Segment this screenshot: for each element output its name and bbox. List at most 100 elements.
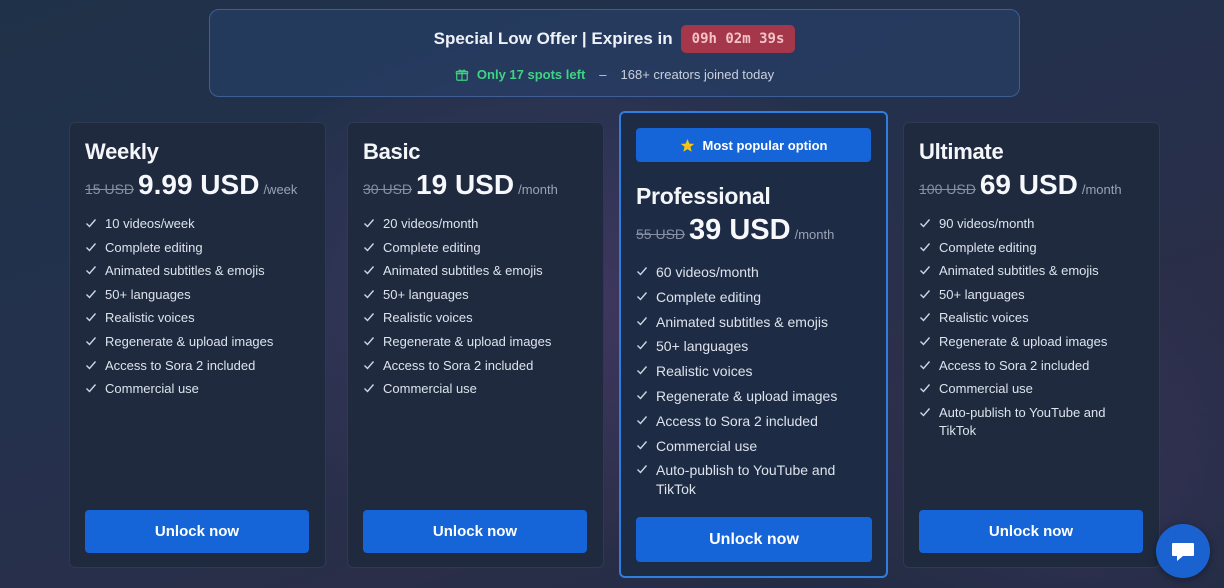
feature-list: 90 videos/month Complete editing Animated … — [919, 215, 1136, 445]
price-row: 15 USD 9.99 USD/week — [85, 169, 297, 201]
check-icon — [920, 384, 931, 393]
feature-item: Auto-publish to YouTube and TikTok — [636, 461, 865, 505]
old-price: 55 USD — [636, 226, 686, 242]
popular-badge: Most popular option — [636, 128, 871, 162]
check-icon — [637, 440, 648, 450]
feature-item: Access to Sora 2 included — [85, 357, 302, 381]
feature-list: 60 videos/month Complete editing Animated … — [636, 263, 865, 505]
feature-text: 20 videos/month — [383, 216, 479, 231]
feature-text: Access to Sora 2 included — [105, 357, 256, 373]
billing-period: /month — [794, 227, 835, 242]
chat-bubble-icon — [1172, 543, 1194, 561]
check-icon — [86, 337, 97, 346]
feature-item: 50+ languages — [636, 337, 865, 362]
feature-list: 10 videos/week Complete editing Animated s… — [85, 215, 302, 404]
feature-item: Realistic voices — [85, 309, 302, 333]
unlock-now-button[interactable]: Unlock now — [363, 510, 587, 553]
offer-title-row: Special Low Offer | Expires in 09h 02m 3… — [210, 25, 1019, 53]
check-icon — [637, 341, 648, 350]
gift-icon — [455, 68, 469, 82]
feature-text: Realistic voices — [105, 310, 195, 326]
check-icon — [364, 219, 375, 228]
feature-text: Commercial use — [105, 381, 199, 397]
unlock-now-button[interactable]: Unlock now — [919, 510, 1143, 553]
feature-item: Regenerate & upload images — [85, 333, 302, 357]
check-icon — [920, 289, 931, 299]
check-icon — [86, 360, 97, 370]
feature-text: Regenerate & upload images — [105, 333, 274, 349]
feature-item: Animated subtitles & emojis — [85, 262, 302, 286]
current-price: 9.99 USD — [138, 169, 260, 200]
feature-item: Regenerate & upload images — [919, 333, 1136, 357]
feature-text: 90 videos/month — [939, 216, 1035, 231]
feature-item: Commercial use — [85, 380, 302, 404]
feature-text: Complete editing — [656, 288, 762, 305]
check-icon — [86, 266, 97, 275]
offer-subline: Only 17 spots left – 168+ creators joine… — [210, 67, 1019, 82]
feature-text: Auto-publish to YouTube and TikTok — [939, 404, 1106, 438]
feature-item: Realistic voices — [636, 362, 865, 387]
feature-item: Access to Sora 2 included — [919, 357, 1136, 381]
check-icon — [364, 289, 375, 299]
plan-card-ultimate: Ultimate 100 USD 69 USD/month 90 videos/mon… — [903, 122, 1160, 568]
feature-item: 50+ languages — [85, 286, 302, 310]
feature-text: Animated subtitles & emojis — [656, 313, 828, 330]
feature-text: Realistic voices — [383, 310, 473, 326]
feature-item: Animated subtitles & emojis — [636, 313, 865, 338]
feature-text: 50+ languages — [105, 286, 191, 302]
feature-item: Realistic voices — [363, 309, 580, 333]
feature-text: Regenerate & upload images — [656, 387, 838, 404]
plan-card-professional: Most popular option Professional 55 USD 39 … — [619, 111, 888, 578]
feature-text: Commercial use — [383, 381, 477, 397]
check-icon — [86, 313, 97, 322]
feature-item: Complete editing — [636, 288, 865, 313]
check-icon — [920, 266, 931, 275]
check-icon — [637, 267, 648, 276]
feature-text: Realistic voices — [656, 363, 753, 380]
billing-period: /month — [518, 182, 558, 197]
feature-text: Commercial use — [939, 381, 1033, 397]
check-icon — [86, 384, 97, 393]
current-price: 39 USD — [689, 214, 791, 246]
offer-banner: Special Low Offer | Expires in 09h 02m 3… — [209, 9, 1020, 97]
price-row: 100 USD 69 USD/month — [919, 169, 1122, 201]
feature-item: Regenerate & upload images — [363, 333, 580, 357]
check-icon — [364, 384, 375, 393]
feature-text: Animated subtitles & emojis — [105, 263, 265, 279]
feature-item: 20 videos/month — [363, 215, 580, 239]
unlock-now-button[interactable]: Unlock now — [636, 517, 872, 562]
feature-text: Regenerate & upload images — [939, 333, 1108, 349]
feature-item: Access to Sora 2 included — [636, 412, 865, 437]
check-icon — [86, 242, 97, 252]
feature-text: 60 videos/month — [656, 264, 759, 280]
feature-text: Complete editing — [105, 239, 203, 255]
feature-text: Realistic voices — [939, 310, 1029, 326]
separator: – — [599, 67, 607, 82]
feature-text: 50+ languages — [656, 338, 749, 355]
feature-text: Animated subtitles & emojis — [383, 263, 543, 279]
feature-text: Commercial use — [656, 437, 758, 454]
feature-item: Commercial use — [919, 380, 1136, 404]
plan-name: Weekly — [85, 139, 159, 164]
feature-item: Animated subtitles & emojis — [919, 262, 1136, 286]
feature-text: Complete editing — [383, 239, 481, 255]
feature-item: Complete editing — [919, 239, 1136, 263]
unlock-now-button[interactable]: Unlock now — [85, 510, 309, 553]
feature-item: 50+ languages — [919, 286, 1136, 310]
check-icon — [920, 337, 931, 346]
feature-item: 60 videos/month — [636, 263, 865, 288]
feature-text: Auto-publish to YouTube and TikTok — [656, 462, 836, 498]
check-icon — [637, 465, 648, 474]
feature-item: Complete editing — [363, 239, 580, 263]
old-price: 30 USD — [363, 181, 413, 197]
feature-item: 50+ languages — [363, 286, 580, 310]
feature-item: Regenerate & upload images — [636, 387, 865, 412]
check-icon — [364, 266, 375, 275]
plan-card-basic: Basic 30 USD 19 USD/month 20 videos/month Co… — [347, 122, 604, 568]
check-icon — [364, 313, 375, 322]
feature-list: 20 videos/month Complete editing Animated … — [363, 215, 580, 404]
popular-badge-label: Most popular option — [702, 137, 828, 153]
feature-item: 10 videos/week — [85, 215, 302, 239]
billing-period: /week — [263, 182, 298, 197]
chat-button[interactable] — [1156, 524, 1210, 578]
